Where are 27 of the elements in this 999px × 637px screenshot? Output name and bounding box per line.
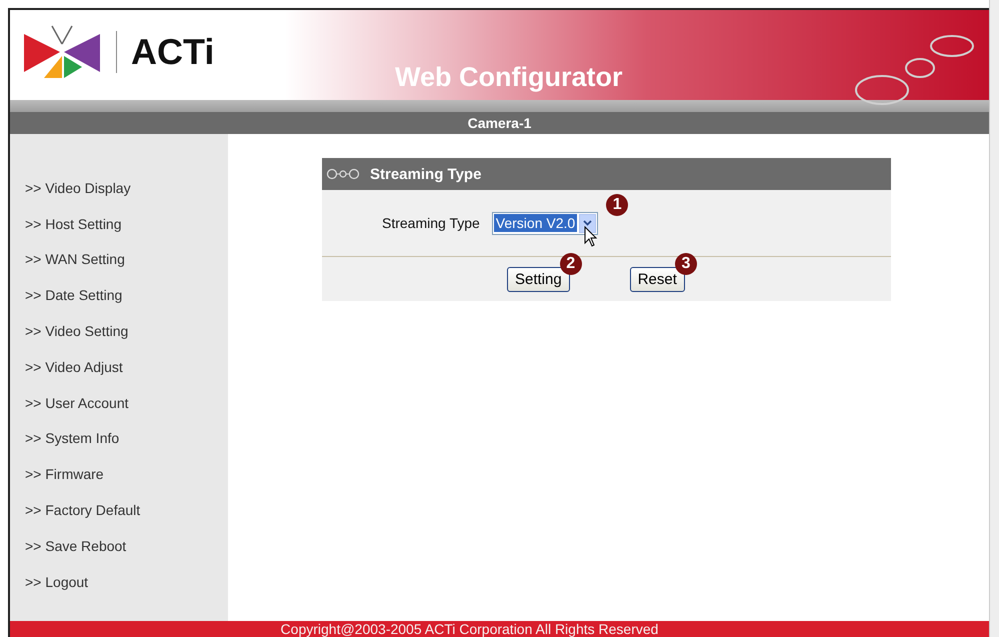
sidebar-link[interactable]: >> WAN Setting (10, 242, 228, 278)
app-title: Web Configurator (395, 62, 622, 93)
camera-label: Camera-1 (468, 115, 532, 131)
sidebar-link[interactable]: >> System Info (10, 420, 228, 456)
streaming-type-select[interactable]: Version V2.0 (492, 212, 598, 234)
form-button[interactable]: Reset (630, 266, 685, 292)
form-button[interactable]: Setting (507, 266, 570, 292)
callout-badge: 2 (560, 252, 582, 274)
field-label: Streaming Type (382, 215, 480, 231)
sidebar-link[interactable]: >> Save Reboot (10, 528, 228, 564)
logo-text: ACTi (131, 31, 214, 73)
sidebar-link[interactable]: >> Firmware (10, 456, 228, 492)
callout-badge: 1 (606, 194, 628, 216)
panel-title: Streaming Type (370, 166, 482, 182)
callout-badge: 3 (674, 252, 697, 274)
sidebar-link[interactable]: >> Video Display (10, 170, 228, 206)
copyright-text: Copyright@2003-2005 ACTi Corporation All Rights Reserved (280, 621, 658, 637)
sidebar-link[interactable]: >> Factory Default (10, 492, 228, 528)
sidebar-link[interactable]: >> Video Setting (10, 313, 228, 349)
sidebar-link[interactable]: >> Host Setting (10, 206, 228, 242)
cursor-icon (584, 226, 598, 248)
logo-icon (22, 24, 102, 80)
sidebar-link[interactable]: >> Video Adjust (10, 348, 228, 385)
sidebar-link[interactable]: >> Logout (10, 564, 228, 600)
rings-icon (326, 168, 360, 180)
sidebar-link[interactable]: >> User Account (10, 384, 228, 421)
sidebar-link[interactable]: >> Date Setting (10, 277, 228, 314)
